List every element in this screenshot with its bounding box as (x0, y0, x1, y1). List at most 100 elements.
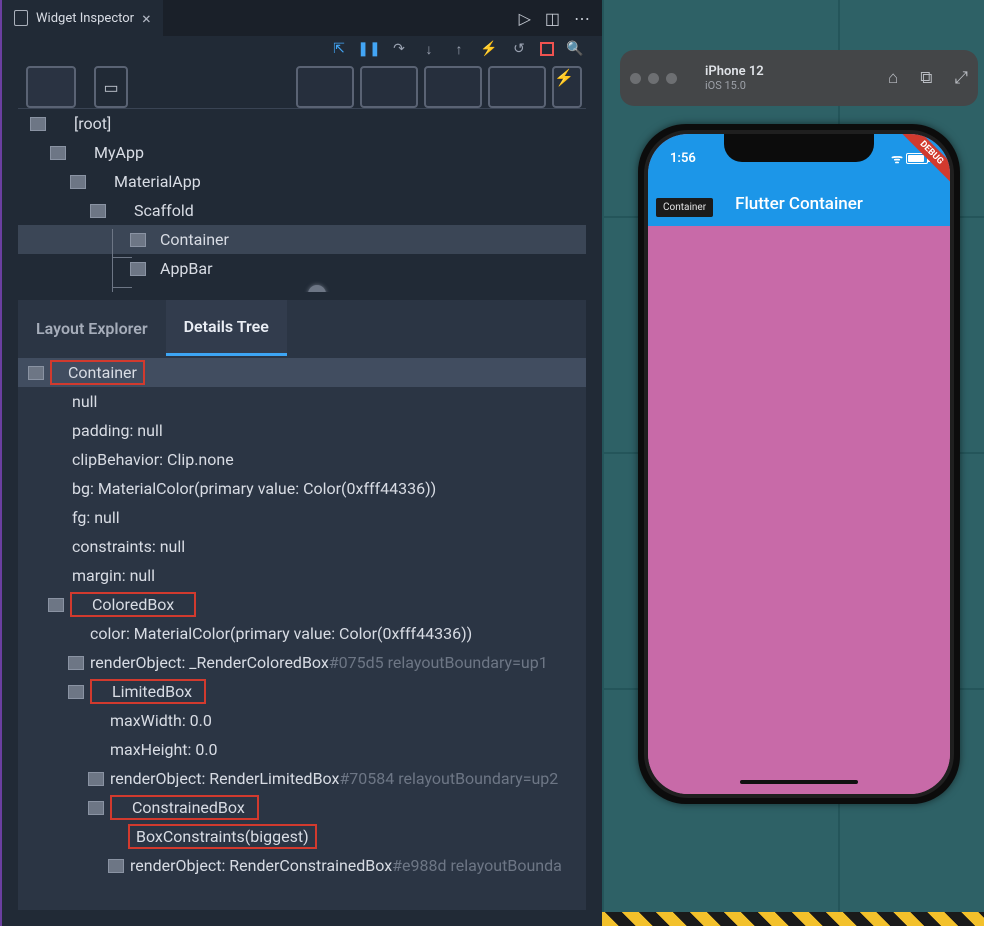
d-label-hash: #e988d relayoutBounda (392, 856, 562, 875)
tree-row-scaffold[interactable]: Scaffold (18, 196, 586, 225)
tab-widget-inspector[interactable]: Widget Inspector × (2, 0, 163, 36)
app-bar-title: Flutter Container (735, 194, 863, 214)
d-ro1[interactable]: renderObject: _RenderColoredBox#075d5 re… (18, 648, 586, 677)
widget-icon (88, 801, 104, 815)
d-label: renderObject: RenderLimitedBox (110, 769, 339, 788)
tool-blank-b[interactable] (360, 66, 418, 108)
window-min-icon[interactable] (648, 73, 659, 84)
tree-row-myapp[interactable]: MyApp (18, 138, 586, 167)
d-clip[interactable]: clipBehavior: Clip.none (18, 445, 586, 474)
restart-icon[interactable]: ↺ (510, 40, 528, 58)
d-constrainedbox[interactable]: ConstrainedBox (18, 793, 586, 822)
tool-blank-c[interactable] (424, 66, 482, 108)
tree-row-materialapp[interactable]: MaterialApp (18, 167, 586, 196)
close-icon[interactable]: × (142, 9, 151, 28)
tree-label: [root] (74, 114, 111, 133)
tree-label: AppBar (160, 259, 213, 278)
document-icon (14, 10, 28, 26)
tool-blank-e[interactable]: ⚡ (552, 66, 582, 108)
tab-details-tree[interactable]: Details Tree (166, 300, 287, 356)
tree-label: MyApp (94, 143, 144, 162)
window-close-icon[interactable] (630, 73, 641, 84)
d-boxconstraints[interactable]: BoxConstraints(biggest) (18, 822, 586, 851)
widget-icon (130, 262, 146, 276)
d-color[interactable]: color: MaterialColor(primary value: Colo… (18, 619, 586, 648)
d-limitedbox[interactable]: LimitedBox (18, 677, 586, 706)
tree-label: Container (160, 230, 229, 249)
d-label-hash: #70584 relayoutBoundary=up2 (339, 769, 558, 788)
widget-icon (30, 117, 46, 131)
widget-icon (108, 859, 124, 873)
step-out-icon[interactable]: ↑ (450, 40, 468, 58)
d-label: LimitedBox (112, 682, 192, 701)
d-constraints[interactable]: constraints: null (18, 532, 586, 561)
d-label: clipBehavior: Clip.none (72, 450, 234, 469)
hot-reload-icon[interactable]: ⚡ (480, 40, 498, 58)
inspector-panel: Widget Inspector × ▷ ◫ ⋯ ⇱ ❚❚ ↷ ↓ ↑ ⚡ ↺ … (0, 0, 602, 926)
tool-blank-d[interactable] (488, 66, 546, 108)
sim-os: iOS 15.0 (705, 79, 764, 92)
iphone-frame: DEBUG 1:56 ᯤ Flutter Container Container (638, 124, 960, 804)
d-ro2[interactable]: renderObject: RenderLimitedBox#70584 rel… (18, 764, 586, 793)
resize-handle-icon[interactable] (308, 285, 326, 292)
d-maxh[interactable]: maxHeight: 0.0 (18, 735, 586, 764)
select-icon[interactable]: ⇱ (330, 40, 348, 58)
rotate-icon[interactable]: ⤢ (954, 68, 968, 88)
d-label: maxWidth: 0.0 (110, 711, 212, 730)
tool-button-2[interactable]: ▭ (94, 66, 128, 108)
tree-row-root[interactable]: [root] (18, 109, 586, 138)
widget-icon (70, 175, 86, 189)
d-label: constraints: null (72, 537, 185, 556)
d-maxw[interactable]: maxWidth: 0.0 (18, 706, 586, 735)
more-icon[interactable]: ⋯ (574, 9, 590, 28)
tool-button-1[interactable] (26, 66, 76, 108)
sim-device: iPhone 12 (705, 64, 764, 80)
toolbar: ⇱ ❚❚ ↷ ↓ ↑ ⚡ ↺ 🔍 ▭ ⚡ (2, 36, 602, 102)
step-over-icon[interactable]: ↷ (390, 40, 408, 58)
d-container[interactable]: Container (18, 358, 586, 387)
d-label: fg: null (72, 508, 120, 527)
widget-icon (50, 146, 66, 160)
window-max-icon[interactable] (666, 73, 677, 84)
search-icon[interactable]: 🔍 (566, 40, 584, 58)
debug-text: DEBUG (898, 134, 950, 186)
pause-icon[interactable]: ❚❚ (360, 40, 378, 58)
details-tree: Container null padding: null clipBehavio… (18, 356, 586, 910)
d-label: ColoredBox (92, 595, 174, 614)
d-label: padding: null (72, 421, 163, 440)
d-label: renderObject: RenderConstrainedBox (130, 856, 392, 875)
widget-icon (68, 685, 84, 699)
d-ro3[interactable]: renderObject: RenderConstrainedBox#e988d… (18, 851, 586, 880)
widget-icon (28, 366, 44, 380)
container-overlay-label: Container (656, 198, 713, 217)
d-label: renderObject: _RenderColoredBox (90, 653, 329, 672)
tree-row-container[interactable]: Container (18, 225, 586, 254)
d-bg[interactable]: bg: MaterialColor(primary value: Color(0… (18, 474, 586, 503)
d-null[interactable]: null (18, 387, 586, 416)
tree-row-appbar[interactable]: AppBar (18, 254, 586, 283)
widget-icon (88, 772, 104, 786)
d-label: BoxConstraints(biggest) (136, 827, 309, 846)
d-margin[interactable]: margin: null (18, 561, 586, 590)
stop-icon[interactable] (540, 42, 554, 56)
tab-layout-explorer[interactable]: Layout Explorer (18, 300, 166, 356)
d-label: null (72, 392, 97, 411)
split-icon[interactable]: ◫ (545, 9, 560, 28)
d-label: maxHeight: 0.0 (110, 740, 218, 759)
widget-icon (130, 233, 146, 247)
step-in-icon[interactable]: ↓ (420, 40, 438, 58)
tree-label: Scaffold (134, 201, 194, 220)
d-padding[interactable]: padding: null (18, 416, 586, 445)
run-icon[interactable]: ▷ (519, 9, 531, 28)
screenshot-icon[interactable]: ⧉ (920, 68, 932, 88)
tool-blank-a[interactable] (296, 66, 354, 108)
home-indicator (740, 780, 858, 784)
d-label: bg: MaterialColor(primary value: Color(0… (72, 479, 436, 498)
d-label: Container (68, 363, 137, 382)
widget-icon (90, 204, 106, 218)
d-coloredbox[interactable]: ColoredBox (18, 590, 586, 619)
status-time: 1:56 (670, 151, 696, 166)
detail-subtabs: Layout Explorer Details Tree (18, 300, 586, 356)
home-icon[interactable]: ⌂ (888, 68, 898, 88)
d-fg[interactable]: fg: null (18, 503, 586, 532)
